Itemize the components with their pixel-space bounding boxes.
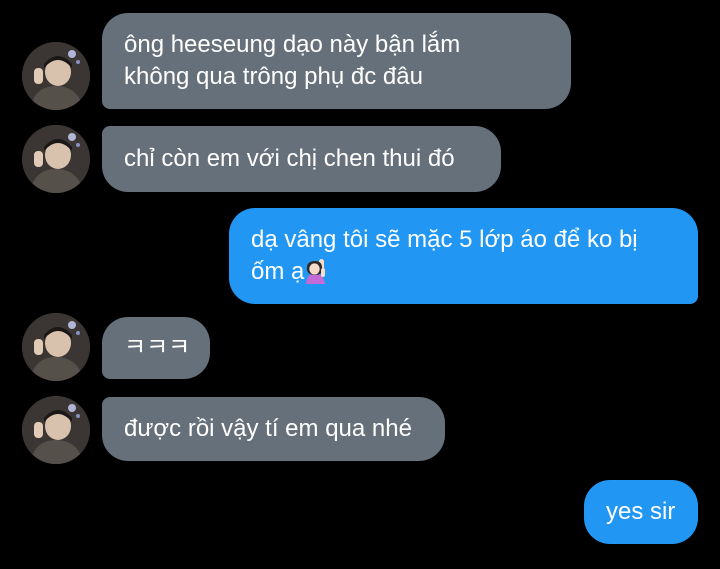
contact-avatar[interactable] (22, 125, 90, 193)
message-text: được rồi vậy tí em qua nhé (124, 415, 412, 442)
contact-avatar[interactable] (22, 42, 90, 110)
message-bubble-incoming[interactable]: ㅋㅋㅋ (102, 317, 210, 379)
message-text: chỉ còn em với chị chen thui đó (124, 145, 455, 172)
contact-avatar[interactable] (22, 396, 90, 464)
message-bubble-incoming[interactable]: được rồi vậy tí em qua nhé (102, 397, 445, 461)
woman-raising-hand-icon (306, 259, 326, 284)
message-text: ㅋㅋㅋ (124, 334, 191, 361)
avatar-photo-icon (22, 396, 90, 464)
avatar-photo-icon (22, 125, 90, 193)
message-text: yes sir (606, 498, 676, 525)
message-bubble-outgoing[interactable]: yes sir (584, 480, 698, 544)
avatar-photo-icon (22, 313, 90, 381)
message-bubble-outgoing[interactable]: dạ vâng tôi sẽ mặc 5 lớp áo để ko bị ốm … (229, 208, 698, 304)
message-text: ông heeseung dạo này bận lắm (124, 31, 461, 58)
message-text: ốm ạ (251, 258, 305, 285)
message-bubble-incoming[interactable]: chỉ còn em với chị chen thui đó (102, 126, 501, 192)
avatar-photo-icon (22, 42, 90, 110)
contact-avatar[interactable] (22, 313, 90, 381)
message-text: dạ vâng tôi sẽ mặc 5 lớp áo để ko bị (251, 226, 638, 253)
message-text: không qua trông phụ đc đâu (124, 63, 423, 90)
message-bubble-incoming[interactable]: ông heeseung dạo này bận lắm không qua t… (102, 13, 571, 109)
